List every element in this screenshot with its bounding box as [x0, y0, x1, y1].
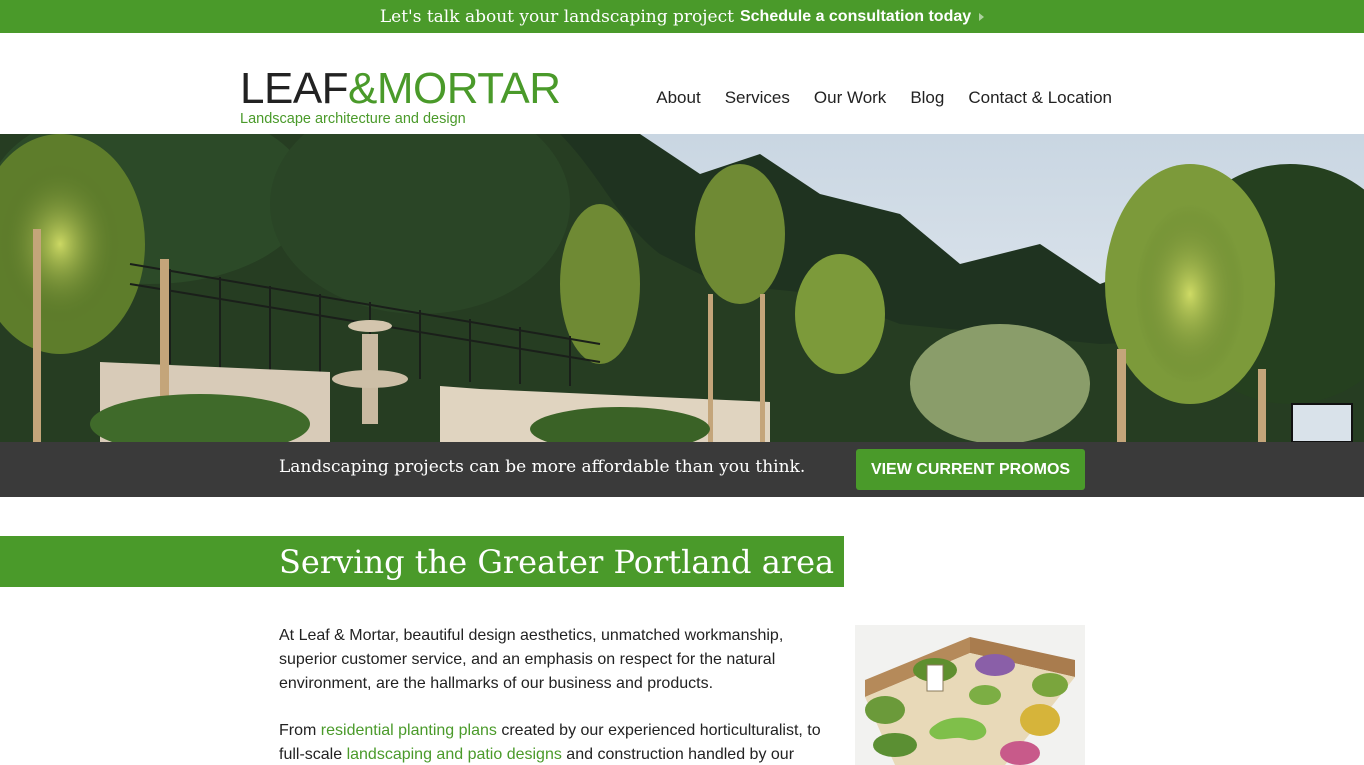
announcement-bar: Let's talk about your landscaping projec…: [0, 0, 1364, 33]
section-title: Serving the Greater Portland area: [279, 543, 835, 581]
logo-tagline: Landscape architecture and design: [240, 111, 466, 127]
hero-garden-image: [0, 134, 1364, 442]
nav-services[interactable]: Services: [725, 88, 790, 108]
promo-bar: Landscaping projects can be more afforda…: [0, 442, 1364, 497]
intro-paragraph-2: From residential planting plans created …: [279, 719, 834, 765]
landscaping-patio-designs-link[interactable]: landscaping and patio designs: [347, 746, 562, 763]
residential-planting-plans-link[interactable]: residential planting plans: [321, 722, 497, 739]
garden-plan-illustration: [855, 625, 1085, 765]
announcement-text: Let's talk about your landscaping projec…: [379, 6, 734, 27]
logo-wordmark: LEAF&MORTAR: [240, 67, 561, 111]
site-header: LEAF&MORTAR Landscape architecture and d…: [0, 33, 1364, 134]
nav-blog[interactable]: Blog: [910, 88, 944, 108]
site-logo[interactable]: LEAF&MORTAR Landscape architecture and d…: [240, 67, 561, 128]
logo-mortar: MORTAR: [376, 64, 561, 113]
chevron-right-icon: [979, 12, 985, 21]
logo-ampersand: &: [348, 64, 377, 113]
nav-contact-location[interactable]: Contact & Location: [968, 88, 1112, 108]
schedule-consultation-link[interactable]: Schedule a consultation today: [740, 8, 971, 26]
paragraph-text: and construction handled by our: [561, 746, 795, 763]
main-nav: About Services Our Work Blog Contact & L…: [656, 88, 1112, 108]
view-promos-button[interactable]: VIEW CURRENT PROMOS: [856, 449, 1085, 490]
promo-text: Landscaping projects can be more afforda…: [279, 457, 806, 477]
nav-about[interactable]: About: [656, 88, 700, 108]
intro-paragraph-1: At Leaf & Mortar, beautiful design aesth…: [279, 627, 784, 692]
logo-leaf: LEAF: [240, 64, 349, 113]
intro-content: At Leaf & Mortar, beautiful design aesth…: [279, 624, 834, 765]
paragraph-text: From: [279, 722, 321, 739]
section-heading-band: Serving the Greater Portland area: [0, 536, 844, 587]
nav-our-work[interactable]: Our Work: [814, 88, 886, 108]
